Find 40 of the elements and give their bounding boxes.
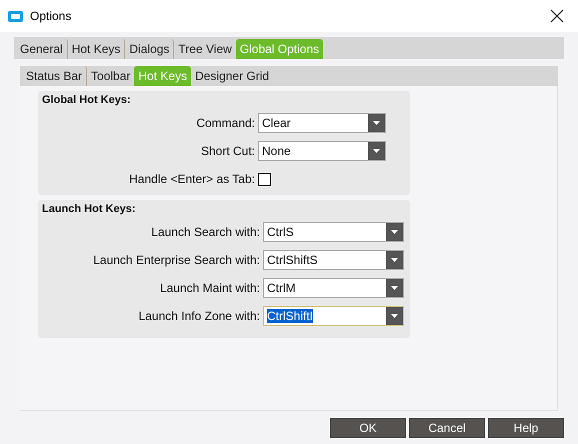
field-label: Short Cut:: [200, 143, 256, 160]
dropdown[interactable]: None: [258, 141, 386, 161]
dropdown[interactable]: CtrlM: [263, 278, 404, 298]
tab[interactable]: Toolbar: [87, 66, 134, 86]
caret-icon: [386, 223, 403, 241]
field-label: Handle <Enter> as Tab:: [128, 171, 256, 188]
caret-icon: [386, 279, 403, 297]
dialog-button[interactable]: OK: [330, 418, 406, 438]
caret-icon: [386, 307, 403, 325]
dropdown-value: None: [261, 143, 292, 160]
tab[interactable]: Designer Grid: [191, 66, 274, 86]
dropdown-value: CtrlS: [266, 224, 295, 241]
dropdown[interactable]: CtrlShiftS: [263, 250, 404, 270]
tab[interactable]: Hot Keys: [68, 39, 126, 59]
field-label: Launch Enterprise Search with:: [92, 252, 261, 269]
dialog-button[interactable]: Cancel: [409, 418, 485, 438]
window-title: Options: [30, 8, 72, 25]
field-label: Command:: [195, 115, 256, 132]
dropdown-value: CtrlShiftI: [266, 308, 314, 325]
caret-icon: [368, 114, 385, 132]
caret-icon: [386, 251, 403, 269]
dropdown[interactable]: CtrlShiftI: [263, 306, 404, 326]
dropdown[interactable]: CtrlS: [263, 222, 404, 242]
dropdown-value: CtrlShiftS: [266, 252, 319, 269]
close-icon[interactable]: [550, 9, 564, 23]
dropdown-value: CtrlM: [266, 280, 297, 297]
dropdown-value: Clear: [261, 115, 292, 132]
field-label: Launch Search with:: [150, 224, 261, 241]
field-label: Launch Info Zone with:: [138, 308, 261, 325]
tab[interactable]: Dialogs: [125, 39, 174, 59]
dialog-button[interactable]: Help: [488, 418, 564, 438]
app-icon: [8, 10, 23, 22]
group-title: Launch Hot Keys:: [42, 202, 137, 216]
dropdown[interactable]: Clear: [258, 113, 386, 133]
group-title: Global Hot Keys:: [42, 93, 132, 107]
caret-icon: [368, 142, 385, 160]
field-label: Launch Maint with:: [158, 280, 261, 297]
tab[interactable]: Tree View: [174, 39, 236, 59]
tab[interactable]: General: [16, 39, 68, 59]
checkbox[interactable]: [258, 172, 271, 186]
